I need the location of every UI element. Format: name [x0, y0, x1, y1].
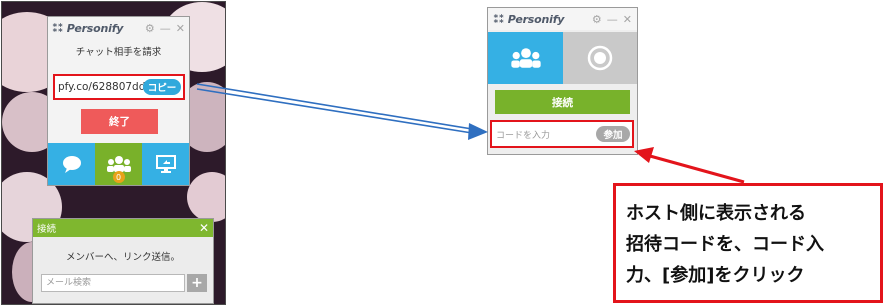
- callout-line: ホスト側に表示される: [626, 203, 806, 224]
- callout-arrow: [634, 147, 745, 184]
- instruction-callout: ホスト側に表示される 招待コードを、コード入 力、[参加]をクリック: [613, 183, 883, 303]
- callout-line: 招待コードを、コード入: [626, 234, 824, 255]
- callout-line: 力、[参加]をクリック: [626, 265, 805, 286]
- transfer-arrow: [196, 83, 488, 140]
